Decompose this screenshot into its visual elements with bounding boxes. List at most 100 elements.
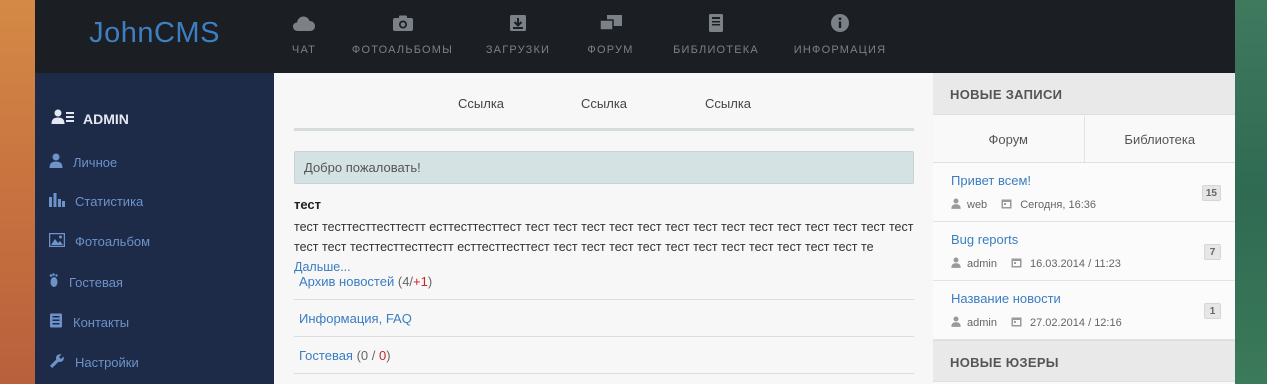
nav-item-label: ЧАТ <box>291 44 317 56</box>
menu-item-title: Гостевая <box>299 347 353 363</box>
nav-item-photoalbums[interactable]: ФОТОАЛЬБОМЫ <box>334 0 471 73</box>
menu-item-paren-close: ) <box>427 273 433 289</box>
menu-list: Архив новостей ( 4 / +1 ) Информация, FA… <box>294 263 914 374</box>
menu-item-new-count: 0 <box>379 347 387 363</box>
nav-item-label: ЗАГРУЗКИ <box>485 44 551 56</box>
post-meta: web Сегодня, 16:36 <box>951 198 1096 212</box>
user-icon <box>951 316 961 330</box>
link-3[interactable]: Ссылка <box>705 96 751 111</box>
main-content: Ссылка Ссылка Ссылка Добро пожаловать! т… <box>274 73 933 384</box>
user-icon <box>951 198 961 212</box>
post-date: 16.03.2014 / 11:23 <box>1029 258 1121 270</box>
nav-item-label: ФОТОАЛЬБОМЫ <box>351 44 454 56</box>
book-icon <box>704 12 728 34</box>
post-title[interactable]: Bug reports <box>951 232 1018 247</box>
new-posts-header: НОВЫЕ ЗАПИСИ <box>933 73 1235 115</box>
sidebar-item-label: Фотоальбом <box>75 234 151 249</box>
menu-item-title: Информация, FAQ <box>299 310 412 326</box>
menu-item-info-faq[interactable]: Информация, FAQ <box>294 300 914 337</box>
news-title: тест <box>294 197 322 212</box>
page-background-left <box>0 0 35 384</box>
brand-name[interactable]: JohnCMS <box>89 17 220 50</box>
menu-item-new-count: +1 <box>413 273 428 289</box>
download-icon <box>506 12 530 34</box>
menu-item-title: Архив новостей <box>299 273 395 289</box>
user-icon <box>49 153 63 171</box>
post-author: web <box>967 199 988 211</box>
info-icon <box>828 12 852 34</box>
sidebar-item-photoalbum[interactable]: Фотоальбом <box>48 232 151 250</box>
contacts-icon <box>49 313 63 331</box>
camera-icon <box>391 12 415 34</box>
sidebar-item-label: Личное <box>73 154 118 170</box>
sidebar-item-personal[interactable]: Личное <box>49 153 117 171</box>
news-text: тест тесттесттесттестт ecттесттесттест т… <box>294 220 914 254</box>
right-column: НОВЫЕ ЗАПИСИ Форум Библиотека Привет все… <box>933 73 1235 384</box>
new-post-item[interactable]: Привет всем! web Сегодня, 16:36 15 <box>933 163 1235 222</box>
page-background-right <box>1235 0 1267 384</box>
wrench-icon <box>49 353 65 372</box>
menu-item-paren-open: ( <box>352 347 361 363</box>
bar-chart-icon <box>49 193 65 210</box>
menu-item-sep: / <box>368 347 379 363</box>
sidebar-item-label: Настройки <box>75 355 139 370</box>
nav-item-chat[interactable]: ЧАТ <box>274 0 334 73</box>
comments-icon <box>598 12 623 34</box>
tab-forum[interactable]: Форум <box>933 116 1084 162</box>
welcome-banner: Добро пожаловать! <box>294 151 914 184</box>
menu-item-paren-open: ( <box>394 273 403 289</box>
nav-item-library[interactable]: БИБЛИОТЕКА <box>656 0 776 73</box>
calendar-icon <box>1011 316 1022 330</box>
post-meta: admin 27.02.2014 / 12:16 <box>951 316 1122 330</box>
main-nav: ЧАТ ФОТОАЛЬБОМЫ ЗАГРУЗКИ ФОРУМ БИБЛИОТЕК… <box>274 0 904 73</box>
sidebar-username: ADMIN <box>83 110 129 127</box>
sidebar-item-label: Контакты <box>73 314 130 330</box>
footprint-icon <box>49 273 59 291</box>
sidebar-item-statistics[interactable]: Статистика <box>49 193 143 210</box>
sidebar-item-guestbook[interactable]: Гостевая <box>49 273 123 291</box>
post-count-badge: 1 <box>1204 303 1221 319</box>
menu-item-count: 4 <box>402 273 410 289</box>
post-count-badge: 15 <box>1201 185 1221 201</box>
post-author: admin <box>967 317 997 329</box>
nav-item-label: ИНФОРМАЦИЯ <box>793 44 887 56</box>
menu-item-paren-close: ) <box>386 347 391 363</box>
sidebar-user-header[interactable]: ADMIN <box>51 109 129 128</box>
nav-item-forum[interactable]: ФОРУМ <box>565 0 656 73</box>
post-date: 27.02.2014 / 12:16 <box>1029 317 1122 329</box>
sidebar: ADMIN Личное Статистика Фотоальбом Госте… <box>35 73 274 384</box>
post-author: admin <box>967 258 997 270</box>
cloud-icon <box>292 12 316 34</box>
calendar-icon <box>1001 198 1012 212</box>
menu-item-count: 0 <box>360 347 369 363</box>
nav-item-label: ФОРУМ <box>587 44 634 56</box>
nav-item-information[interactable]: ИНФОРМАЦИЯ <box>776 0 904 73</box>
users-icon <box>51 109 75 128</box>
picture-icon <box>48 232 66 250</box>
new-post-item[interactable]: Bug reports admin 16.03.2014 / 11:23 7 <box>933 222 1235 281</box>
post-date: Сегодня, 16:36 <box>1020 199 1096 211</box>
menu-item-guestbook[interactable]: Гостевая ( 0 / 0 ) <box>294 337 914 374</box>
post-meta: admin 16.03.2014 / 11:23 <box>951 257 1121 271</box>
tab-library[interactable]: Библиотека <box>1083 116 1236 162</box>
post-title[interactable]: Привет всем! <box>951 173 1031 188</box>
user-icon <box>951 257 961 271</box>
post-count-badge: 7 <box>1204 244 1221 260</box>
new-post-item[interactable]: Название новости admin 27.02.2014 / 12:1… <box>933 281 1235 340</box>
link-bar: Ссылка Ссылка Ссылка <box>294 73 914 131</box>
menu-item-news-archive[interactable]: Архив новостей ( 4 / +1 ) <box>294 263 914 300</box>
nav-item-label: БИБЛИОТЕКА <box>673 44 759 56</box>
site-shell: JohnCMS ЧАТ ФОТОАЛЬБОМЫ ЗАГРУЗКИ ФОРУМ Б… <box>35 0 1235 384</box>
top-bar: JohnCMS ЧАТ ФОТОАЛЬБОМЫ ЗАГРУЗКИ ФОРУМ Б… <box>35 0 1235 73</box>
sidebar-item-label: Статистика <box>75 194 144 209</box>
calendar-icon <box>1011 257 1022 271</box>
link-2[interactable]: Ссылка <box>581 96 627 111</box>
sidebar-item-settings[interactable]: Настройки <box>49 353 139 372</box>
brand-logo[interactable]: JohnCMS <box>35 0 274 73</box>
sidebar-item-contacts[interactable]: Контакты <box>49 313 129 331</box>
nav-item-downloads[interactable]: ЗАГРУЗКИ <box>471 0 565 73</box>
new-posts-tabs: Форум Библиотека <box>933 116 1235 163</box>
post-title[interactable]: Название новости <box>951 291 1061 306</box>
link-1[interactable]: Ссылка <box>458 96 504 111</box>
sidebar-item-label: Гостевая <box>69 274 123 290</box>
